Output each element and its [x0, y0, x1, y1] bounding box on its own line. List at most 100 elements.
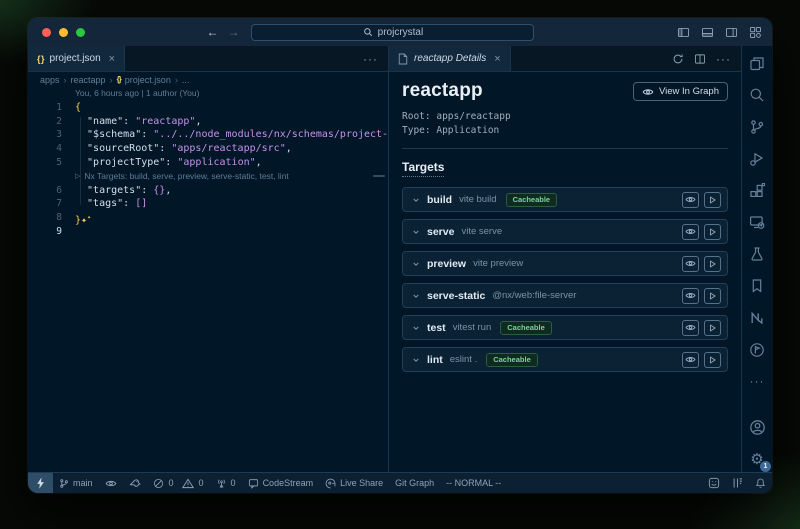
toggle-primary-sidebar-icon[interactable] — [677, 26, 690, 39]
maximize-window-button[interactable] — [76, 28, 85, 37]
chevron-down-icon[interactable] — [412, 292, 420, 300]
split-editor-icon[interactable] — [694, 53, 706, 65]
json-file-icon: {} — [117, 75, 121, 84]
target-view-icon[interactable] — [682, 288, 699, 304]
line-number — [28, 87, 62, 101]
refresh-icon[interactable] — [672, 53, 684, 65]
git-branch-item[interactable]: main — [53, 473, 99, 493]
chevron-down-icon[interactable] — [412, 356, 420, 364]
target-run-icon[interactable] — [704, 192, 721, 208]
target-view-icon[interactable] — [682, 352, 699, 368]
settings-gear-icon[interactable]: ⚙ 1 — [747, 451, 767, 468]
target-name: serve-static — [427, 290, 485, 302]
toggle-panel-icon[interactable] — [701, 26, 714, 39]
editor-actions-more-icon[interactable]: ··· — [363, 52, 378, 66]
target-row[interactable]: preview vite preview — [402, 251, 728, 276]
problems-item[interactable]: 0 0 — [147, 473, 210, 493]
project-type-line: Type: Application — [402, 124, 728, 138]
remote-explorer-icon[interactable] — [747, 214, 767, 231]
target-row[interactable]: serve vite serve — [402, 219, 728, 244]
code-editor[interactable]: You, 6 hours ago | 1 author (You)1{2 "na… — [28, 87, 388, 472]
extensions-icon[interactable] — [747, 182, 767, 199]
tab-label: project.json — [50, 53, 101, 64]
radio-tower-item[interactable]: 0 — [210, 473, 242, 493]
chevron-down-icon[interactable] — [412, 324, 420, 332]
gitlens-blame-toggle[interactable] — [99, 473, 123, 493]
json-file-icon: { } — [37, 54, 44, 64]
code-line: 2 "name": "reactapp", — [28, 115, 388, 129]
remote-indicator[interactable] — [28, 473, 53, 493]
navigate-back-icon[interactable]: ← — [206, 25, 218, 39]
codelens-row[interactable]: ▷Nx Targets: build, serve, preview, serv… — [28, 170, 388, 184]
source-control-icon[interactable] — [747, 119, 767, 136]
pet-bird-icon[interactable] — [123, 473, 147, 493]
tab-label: reactapp Details — [414, 53, 486, 64]
target-view-icon[interactable] — [682, 320, 699, 336]
project-flag-icon[interactable] — [747, 341, 767, 358]
breadcrumb-item-apps[interactable]: apps — [40, 75, 60, 85]
close-tab-icon[interactable]: × — [109, 53, 115, 65]
chevron-down-icon[interactable] — [412, 260, 420, 268]
codelens-row[interactable]: You, 6 hours ago | 1 author (You) — [28, 87, 388, 101]
target-view-icon[interactable] — [682, 192, 699, 208]
chevron-down-icon[interactable] — [412, 196, 420, 204]
target-view-icon[interactable] — [682, 256, 699, 272]
run-and-debug-icon[interactable] — [747, 150, 767, 167]
target-run-icon[interactable] — [704, 256, 721, 272]
minimize-window-button[interactable] — [59, 28, 68, 37]
codestream-item[interactable]: CodeStream — [242, 473, 320, 493]
target-row[interactable]: build vite build Cacheable — [402, 187, 728, 212]
editor-actions-more-icon[interactable]: ··· — [716, 52, 731, 66]
tab-project-json[interactable]: { } project.json × — [28, 46, 125, 71]
tab-reactapp-details[interactable]: reactapp Details × — [389, 46, 511, 71]
close-tab-icon[interactable]: × — [494, 53, 500, 65]
target-row[interactable]: test vitest run Cacheable — [402, 315, 728, 340]
testing-icon[interactable] — [747, 246, 767, 263]
project-details-panel: reactapp View In Graph Root: apps/reacta… — [389, 72, 741, 472]
branch-name: main — [73, 478, 93, 488]
close-window-button[interactable] — [42, 28, 51, 37]
line-number — [28, 170, 62, 184]
target-run-icon[interactable] — [704, 320, 721, 336]
command-center-search[interactable]: projcrystal — [251, 24, 534, 41]
breadcrumb-item-symbol[interactable]: ... — [182, 75, 190, 85]
status-bar: main 0 0 0 CodeStream Live Share Git Gra… — [28, 472, 772, 493]
target-view-icon[interactable] — [682, 224, 699, 240]
toggle-secondary-sidebar-icon[interactable] — [725, 26, 738, 39]
bookmarks-icon[interactable] — [747, 277, 767, 294]
editor-lines-icon[interactable] — [726, 473, 749, 493]
live-share-item[interactable]: Live Share — [319, 473, 389, 493]
target-row[interactable]: lint eslint . Cacheable — [402, 347, 728, 372]
line-number: 3 — [28, 128, 62, 142]
line-number: 9 — [28, 225, 62, 239]
git-graph-label: Git Graph — [395, 478, 434, 488]
indent-guide — [80, 117, 81, 205]
account-icon[interactable] — [747, 419, 767, 436]
git-graph-item[interactable]: Git Graph — [389, 473, 440, 493]
warning-count: 0 — [199, 478, 204, 488]
line-number: 1 — [28, 101, 62, 115]
ports-count: 0 — [231, 478, 236, 488]
tab-bar-right: reactapp Details × ··· — [389, 46, 741, 72]
breadcrumb-item-reactapp[interactable]: reactapp — [71, 75, 106, 85]
target-row[interactable]: serve-static @nx/web:file-server — [402, 283, 728, 308]
explorer-icon[interactable] — [747, 55, 767, 72]
view-in-graph-button[interactable]: View In Graph — [633, 82, 728, 101]
code-line: 6 "targets": {}, — [28, 184, 388, 198]
target-run-icon[interactable] — [704, 288, 721, 304]
chevron-down-icon[interactable] — [412, 228, 420, 236]
customize-layout-icon[interactable] — [749, 26, 762, 39]
feedback-smiley-icon[interactable] — [702, 473, 726, 493]
target-run-icon[interactable] — [704, 352, 721, 368]
vim-mode-indicator[interactable]: -- NORMAL -- — [440, 473, 507, 493]
search-icon[interactable] — [747, 87, 767, 104]
scrollbar-mark[interactable] — [373, 175, 385, 177]
line-number: 4 — [28, 142, 62, 156]
target-command: @nx/web:file-server — [492, 290, 576, 301]
breadcrumb-item-file[interactable]: project.json — [125, 75, 171, 85]
navigate-forward-icon[interactable]: → — [227, 25, 239, 39]
target-run-icon[interactable] — [704, 224, 721, 240]
additional-views-icon[interactable]: ··· — [747, 373, 767, 390]
nx-console-icon[interactable] — [747, 309, 767, 326]
notifications-bell-icon[interactable] — [749, 473, 772, 493]
